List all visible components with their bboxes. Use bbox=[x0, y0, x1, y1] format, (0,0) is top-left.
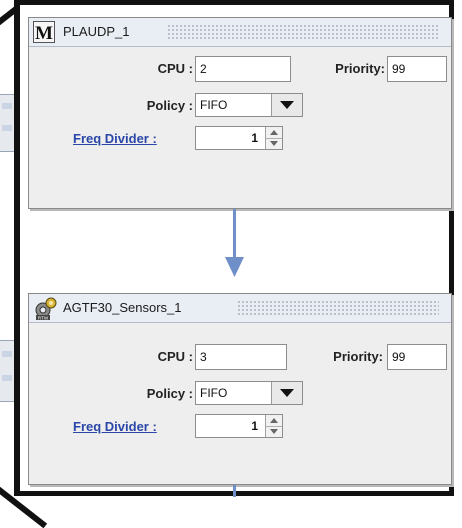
caret-up-icon bbox=[270, 418, 278, 423]
m-letter-icon: M bbox=[33, 21, 55, 43]
freq-divider-link[interactable]: Freq Divider : bbox=[73, 131, 157, 146]
block-panel[interactable]: RTW AGTF30_Sensors_1 CPU : 3 Priority: 9… bbox=[28, 293, 452, 485]
background-window-sliver bbox=[0, 94, 14, 152]
freq-divider-spinner[interactable]: 1 bbox=[195, 414, 283, 438]
policy-label: Policy : bbox=[146, 386, 193, 401]
policy-label: Policy : bbox=[146, 98, 193, 113]
title-bar-pattern bbox=[237, 300, 439, 316]
background-window-sliver bbox=[0, 340, 14, 402]
policy-select[interactable]: FIFO bbox=[195, 381, 303, 405]
freq-divider-link[interactable]: Freq Divider : bbox=[73, 419, 157, 434]
priority-label: Priority: bbox=[335, 61, 385, 76]
dropdown-button[interactable] bbox=[271, 94, 302, 116]
freq-divider-value: 1 bbox=[251, 131, 258, 145]
connector-line bbox=[233, 209, 236, 259]
spinner-arrows bbox=[265, 415, 282, 437]
block-title-bar[interactable]: RTW AGTF30_Sensors_1 bbox=[29, 294, 451, 323]
priority-input[interactable]: 99 bbox=[387, 344, 447, 370]
freq-divider-value: 1 bbox=[251, 419, 258, 433]
caret-down-icon bbox=[270, 141, 278, 146]
block-title: AGTF30_Sensors_1 bbox=[63, 300, 182, 315]
dropdown-button[interactable] bbox=[271, 382, 302, 404]
policy-select[interactable]: FIFO bbox=[195, 93, 303, 117]
connector-line bbox=[233, 485, 236, 497]
block-panel[interactable]: M PLAUDP_1 CPU : 2 Priority: 99 Policy :… bbox=[28, 17, 452, 209]
cpu-label: CPU : bbox=[157, 61, 193, 76]
block-title: PLAUDP_1 bbox=[63, 24, 130, 39]
chevron-down-icon bbox=[280, 389, 294, 397]
priority-input[interactable]: 99 bbox=[387, 56, 447, 82]
svg-text:RTW: RTW bbox=[38, 315, 49, 320]
spinner-arrows bbox=[265, 127, 282, 149]
cpu-input[interactable]: 2 bbox=[195, 56, 291, 82]
arrow-down-icon bbox=[225, 257, 244, 277]
caret-up-icon bbox=[270, 130, 278, 135]
spinner-down-button[interactable] bbox=[266, 138, 282, 149]
priority-label: Priority: bbox=[333, 349, 383, 364]
policy-value: FIFO bbox=[200, 98, 228, 112]
chevron-down-icon bbox=[280, 101, 294, 109]
block-title-bar[interactable]: M PLAUDP_1 bbox=[29, 18, 451, 47]
freq-divider-spinner[interactable]: 1 bbox=[195, 126, 283, 150]
cpu-input[interactable]: 3 bbox=[195, 344, 287, 370]
svg-text:M: M bbox=[35, 23, 53, 43]
caret-down-icon bbox=[270, 429, 278, 434]
spinner-down-button[interactable] bbox=[266, 426, 282, 437]
gears-icon: RTW bbox=[35, 297, 57, 320]
policy-value: FIFO bbox=[200, 386, 228, 400]
diagram-canvas: M PLAUDP_1 CPU : 2 Priority: 99 Policy :… bbox=[14, 0, 454, 497]
title-bar-pattern bbox=[167, 24, 439, 40]
cpu-label: CPU : bbox=[157, 349, 193, 364]
